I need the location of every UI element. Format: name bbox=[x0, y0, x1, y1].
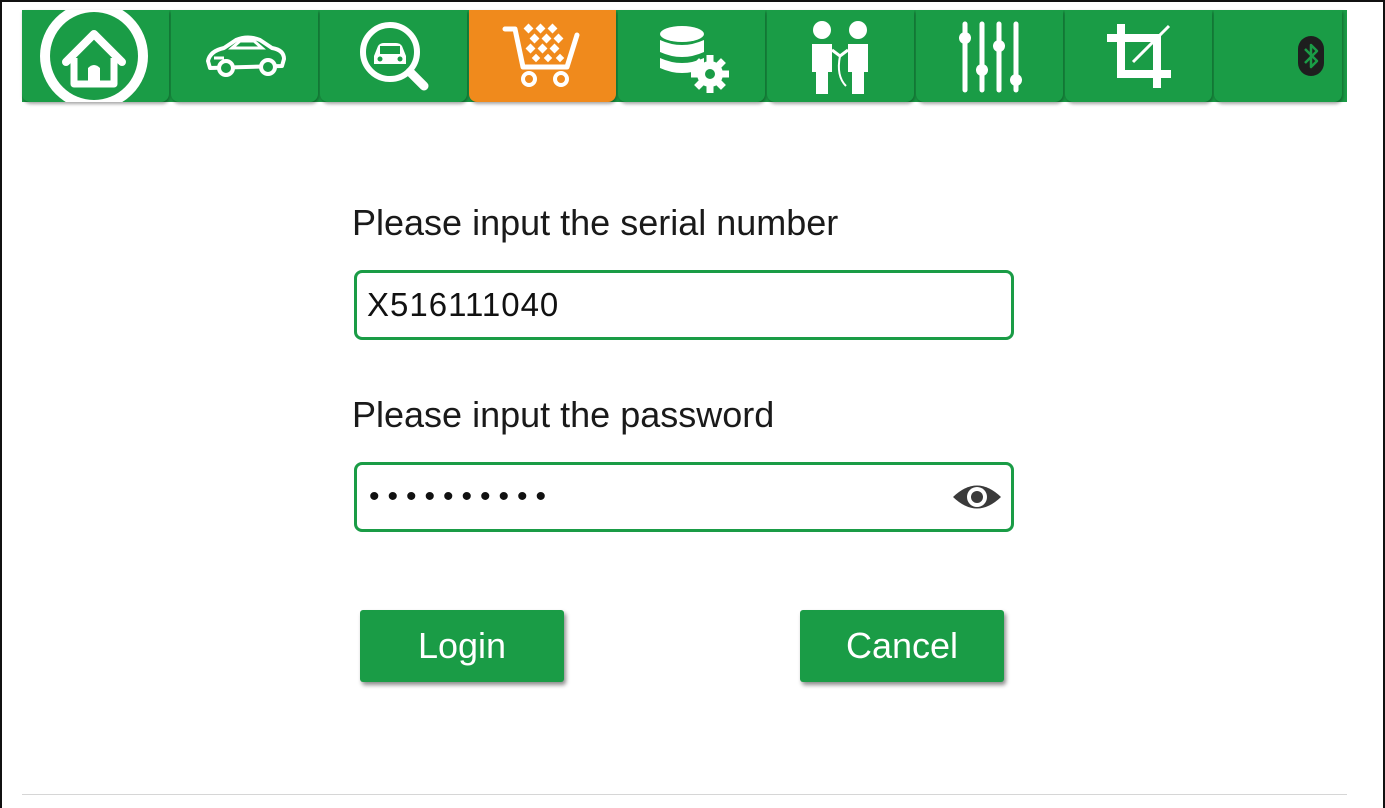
password-field[interactable]: •••••••••• bbox=[354, 462, 1014, 532]
serial-number-field[interactable]: X516111040 bbox=[354, 270, 1014, 340]
cancel-button[interactable]: Cancel bbox=[800, 610, 1004, 682]
login-button[interactable]: Login bbox=[360, 610, 564, 682]
password-label: Please input the password bbox=[352, 394, 775, 435]
tab-home[interactable] bbox=[22, 10, 169, 102]
password-value[interactable]: •••••••••• bbox=[357, 480, 949, 514]
tab-settings[interactable] bbox=[916, 10, 1063, 102]
people-icon bbox=[806, 16, 876, 96]
database-gear-icon bbox=[652, 16, 732, 96]
car-icon bbox=[202, 31, 288, 81]
tab-support[interactable] bbox=[767, 10, 914, 102]
bottom-divider bbox=[22, 794, 1347, 795]
app-window: Please input the serial number X51611104… bbox=[0, 0, 1385, 808]
tab-bluetooth[interactable] bbox=[1214, 10, 1342, 102]
home-icon bbox=[36, 10, 156, 102]
crop-icon bbox=[1103, 20, 1175, 92]
bluetooth-icon bbox=[1298, 36, 1324, 76]
serial-number-value[interactable]: X516111040 bbox=[357, 286, 1011, 324]
shopping-cart-icon bbox=[501, 21, 585, 91]
eye-icon[interactable] bbox=[949, 475, 1005, 519]
top-toolbar bbox=[22, 10, 1347, 102]
tab-crop[interactable] bbox=[1065, 10, 1212, 102]
tab-data-settings[interactable] bbox=[618, 10, 765, 102]
tab-shop[interactable] bbox=[469, 10, 616, 102]
sliders-icon bbox=[955, 16, 1025, 96]
car-search-icon bbox=[354, 16, 434, 96]
serial-number-label: Please input the serial number bbox=[352, 202, 839, 243]
tab-diagnose[interactable] bbox=[320, 10, 467, 102]
tab-vehicle[interactable] bbox=[171, 10, 318, 102]
